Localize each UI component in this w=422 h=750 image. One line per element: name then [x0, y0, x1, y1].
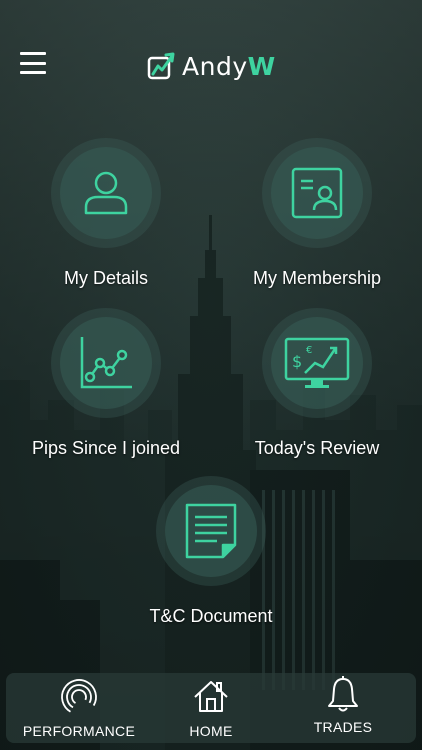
document-icon: [185, 503, 237, 559]
tc-document-tile[interactable]: T&C Document: [121, 476, 301, 627]
line-chart-icon: [80, 337, 132, 389]
tab-trades-label: TRADES: [313, 719, 373, 735]
bottom-tab-bar: PERFORMANCE HOME TRADES: [6, 673, 416, 743]
tab-home[interactable]: HOME: [166, 673, 256, 743]
logo-chart-icon: [147, 52, 175, 80]
header: AndyW: [0, 0, 422, 120]
tab-trades[interactable]: TRADES: [298, 673, 388, 743]
tab-performance-label: PERFORMANCE: [22, 723, 136, 739]
tc-document-label: T&C Document: [149, 606, 273, 626]
pips-since-joined-label: Pips Since I joined: [31, 438, 181, 458]
svg-text:$: $: [292, 352, 302, 371]
svg-text:€: €: [306, 345, 312, 356]
tab-home-label: HOME: [189, 723, 233, 739]
app-logo: AndyW: [146, 50, 276, 82]
pips-since-joined-tile[interactable]: Pips Since I joined: [16, 308, 196, 459]
performance-rings-icon: [61, 679, 97, 715]
todays-review-tile[interactable]: $ € Today's Review: [227, 308, 407, 459]
todays-review-label: Today's Review: [254, 438, 380, 458]
my-membership-tile[interactable]: My Membership: [227, 138, 407, 289]
my-details-label: My Details: [63, 268, 148, 288]
my-membership-label: My Membership: [252, 268, 382, 288]
trading-monitor-icon: $ €: [284, 337, 350, 388]
bell-icon: [328, 676, 358, 712]
tab-performance[interactable]: PERFORMANCE: [20, 673, 138, 743]
membership-card-icon: [291, 167, 343, 219]
logo-text: AndyW: [182, 51, 276, 81]
user-icon: [84, 171, 128, 215]
my-details-tile[interactable]: My Details: [16, 138, 196, 289]
hamburger-menu-icon[interactable]: [20, 52, 46, 74]
home-icon: [194, 681, 228, 712]
